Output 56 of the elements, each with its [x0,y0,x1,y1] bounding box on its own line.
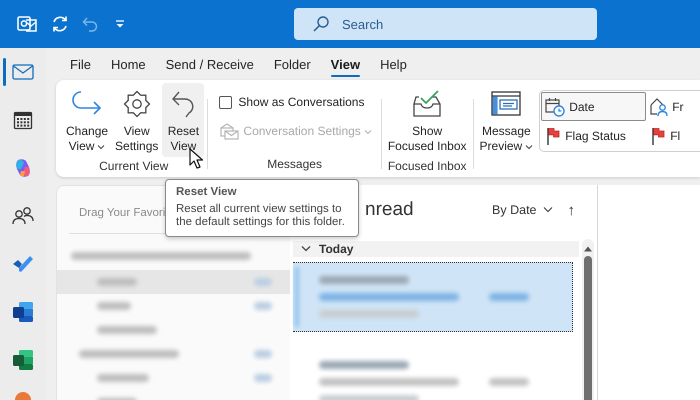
scroll-up-icon[interactable] [583,245,593,252]
tooltip-title: Reset View [176,186,238,198]
blurred-text [489,378,529,386]
chevron-icon [301,245,311,253]
menu-tab[interactable]: File [60,48,101,80]
search-field[interactable]: Search [294,8,597,40]
blurred-text [97,374,149,382]
flag-icon [650,126,666,146]
menu-tab[interactable]: Folder [264,48,321,80]
view-settings-button[interactable]: View Settings [112,83,162,157]
mail-app-icon[interactable] [17,14,37,34]
change-view-button[interactable]: Change View [63,83,112,157]
favorites-hint: Drag Your Favori [79,207,166,219]
group-header[interactable]: Today [293,241,579,257]
menu-tab[interactable]: View [320,48,370,80]
arrange-option[interactable]: Flag Status [541,121,646,150]
menu-tab[interactable]: Help [370,48,417,80]
blurred-text [97,302,131,310]
mail-icon[interactable] [12,63,34,81]
message-preview-button[interactable]: Message Preview [476,83,536,157]
group-label: Messages [267,156,322,173]
inbox-check-icon [411,88,444,118]
group-label: Focused Inbox [388,158,467,175]
blurred-text [489,293,529,301]
search-icon [312,15,330,33]
group-label: Current View [99,158,168,175]
spreadsheet-app-icon[interactable] [12,349,34,371]
conversations-checkbox[interactable]: Show as Conversations [219,95,372,109]
sort-dropdown[interactable]: By Date [492,203,554,217]
calendar-icon[interactable] [13,110,33,130]
menu-tab[interactable]: Send / Receive [156,48,264,80]
reset-view-button[interactable]: Reset View [162,83,204,157]
tooltip-text: Reset all current view settings to the default settings for this folder. [176,203,346,229]
customize-toolbar-icon[interactable] [114,18,126,30]
preview-pane-icon [491,88,522,118]
app-icon[interactable] [12,392,34,400]
blurred-text [97,278,137,286]
focused-inbox-button[interactable]: Show Focused Inbox [384,83,470,157]
envelope-stack-icon [219,122,240,140]
envelope-person-icon [650,96,668,116]
arrange-option[interactable]: Fr [646,92,700,121]
calendar-clock-icon [545,96,566,116]
arrange-option[interactable]: Fl [646,121,700,150]
scrollbar[interactable] [582,239,594,400]
document-app-icon[interactable] [12,301,34,323]
sort-direction-button[interactable]: ↑ [568,202,575,218]
arrange-option[interactable]: Date [541,92,646,121]
checkmark-icon[interactable] [12,255,34,273]
menu-tab[interactable]: Home [100,48,156,80]
list-title: nread [365,199,414,221]
people-icon[interactable] [11,206,35,226]
sync-icon[interactable] [50,14,70,34]
caret-icon [542,206,554,214]
blurred-text [97,326,157,334]
gear-icon [122,88,152,118]
flag-icon [545,126,562,146]
